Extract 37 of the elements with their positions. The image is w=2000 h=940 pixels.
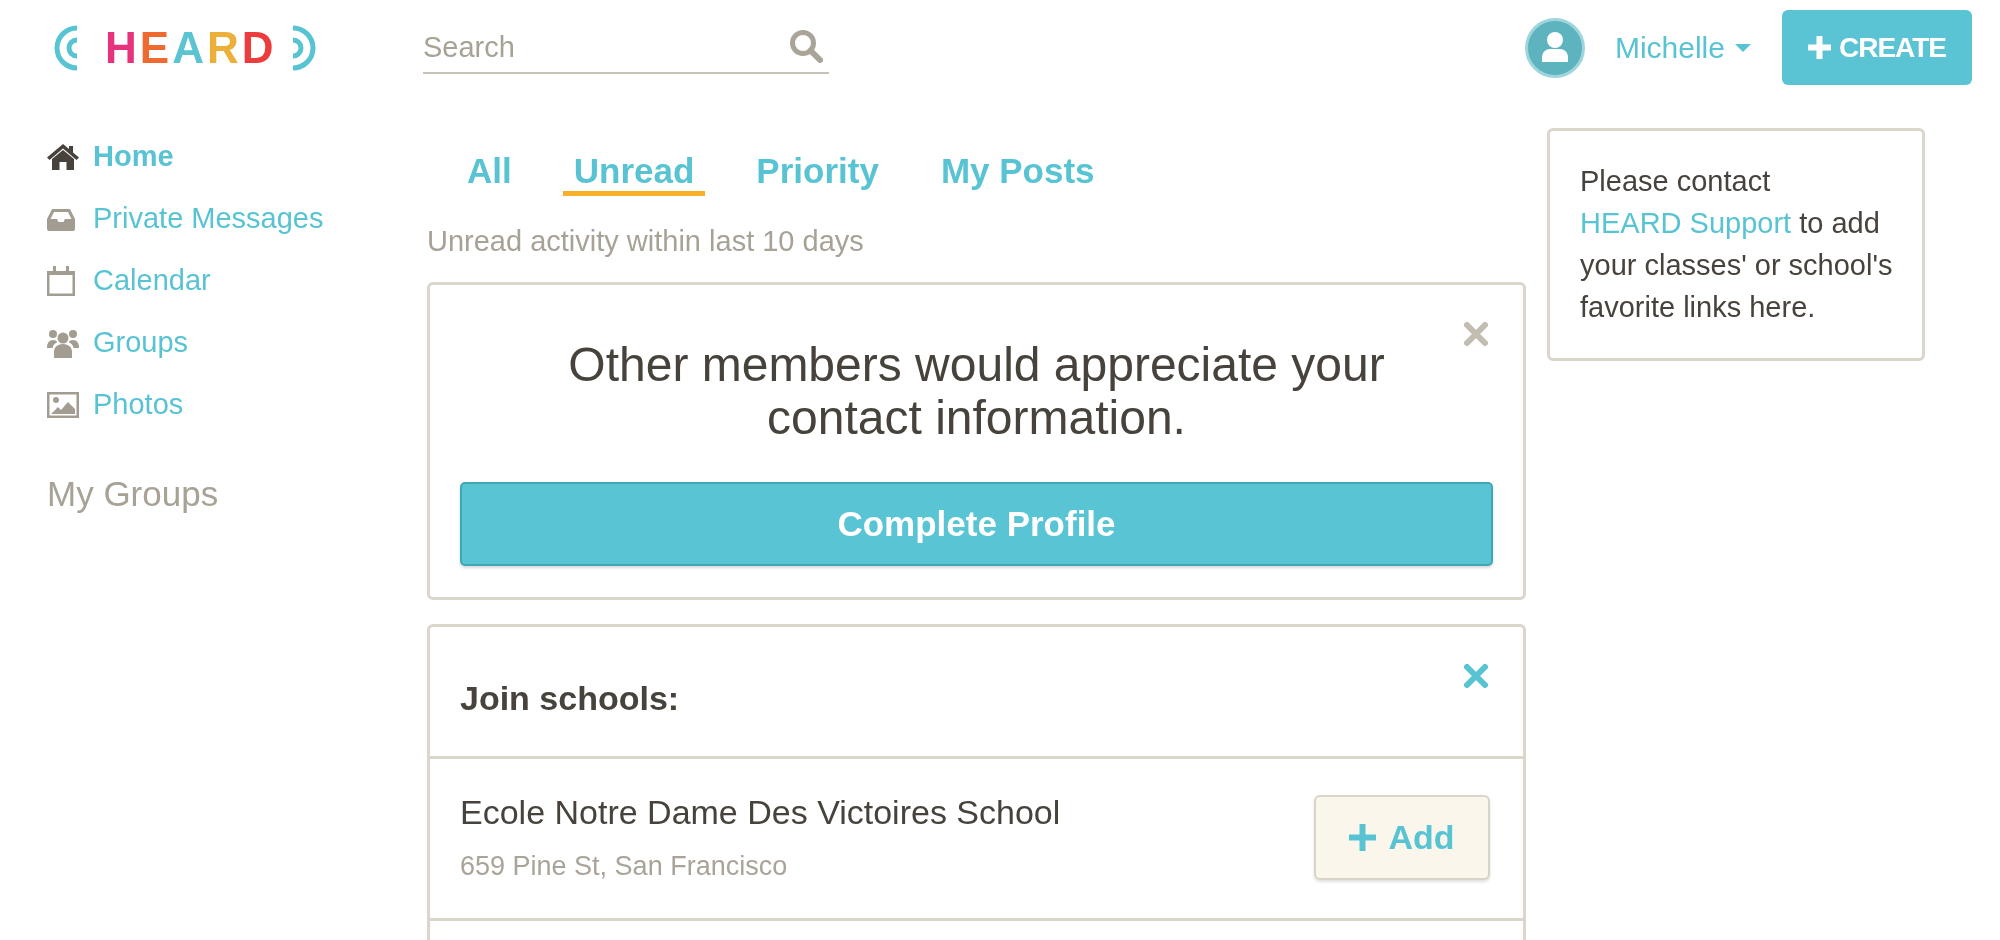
create-button[interactable]: CREATE: [1781, 10, 1972, 85]
inbox-icon: [47, 207, 75, 231]
filter-caption: Unread activity within last 10 days: [427, 225, 864, 257]
support-link[interactable]: HEARD Support: [1580, 207, 1792, 239]
tab[interactable]: Unread: [562, 151, 706, 196]
search-icon[interactable]: [789, 28, 823, 63]
tab[interactable]: My Posts: [929, 151, 1106, 196]
tab[interactable]: Priority: [745, 151, 890, 196]
signal-arcs-icon: [292, 24, 317, 71]
school-address: 659 Pine St, San Francisco: [460, 851, 788, 881]
add-button[interactable]: Add: [1314, 794, 1490, 880]
group-icon: [47, 328, 79, 358]
avatar-icon[interactable]: [1524, 17, 1585, 78]
caret-icon: [1734, 43, 1751, 52]
user-menu-button[interactable]: Michelle: [1614, 29, 1751, 66]
nav-link[interactable]: Groups: [47, 312, 189, 374]
nav-link[interactable]: Private Messages: [47, 188, 324, 250]
signal-arcs-icon: [54, 24, 78, 71]
nav-link[interactable]: Calendar: [47, 250, 211, 312]
logo-wordmark[interactable]: HEARD: [105, 24, 277, 71]
plus-icon: [1349, 823, 1377, 851]
links-message: Please contact HEARD Support to add your classes' or school's favorite links here.: [1580, 164, 1894, 325]
school-name: Ecole Notre Dame Des Victoires School: [460, 793, 1061, 831]
calendar-icon: [47, 266, 75, 296]
tab[interactable]: All: [456, 151, 523, 196]
picture-icon: [47, 392, 79, 418]
search-field[interactable]: Search: [423, 23, 829, 74]
card-title: Join schools:: [460, 681, 680, 715]
plus-icon: [1807, 36, 1831, 59]
complete-profile-button[interactable]: Complete Profile: [460, 482, 1493, 566]
home-icon: [47, 143, 79, 171]
prompt-message: Other members would appreciate your contact information.: [567, 338, 1386, 444]
close-icon[interactable]: [1464, 664, 1488, 688]
nav-link[interactable]: Photos: [47, 374, 184, 436]
nav-link[interactable]: Home: [47, 126, 174, 188]
close-icon[interactable]: [1464, 322, 1488, 346]
section-heading: My Groups: [47, 474, 219, 514]
